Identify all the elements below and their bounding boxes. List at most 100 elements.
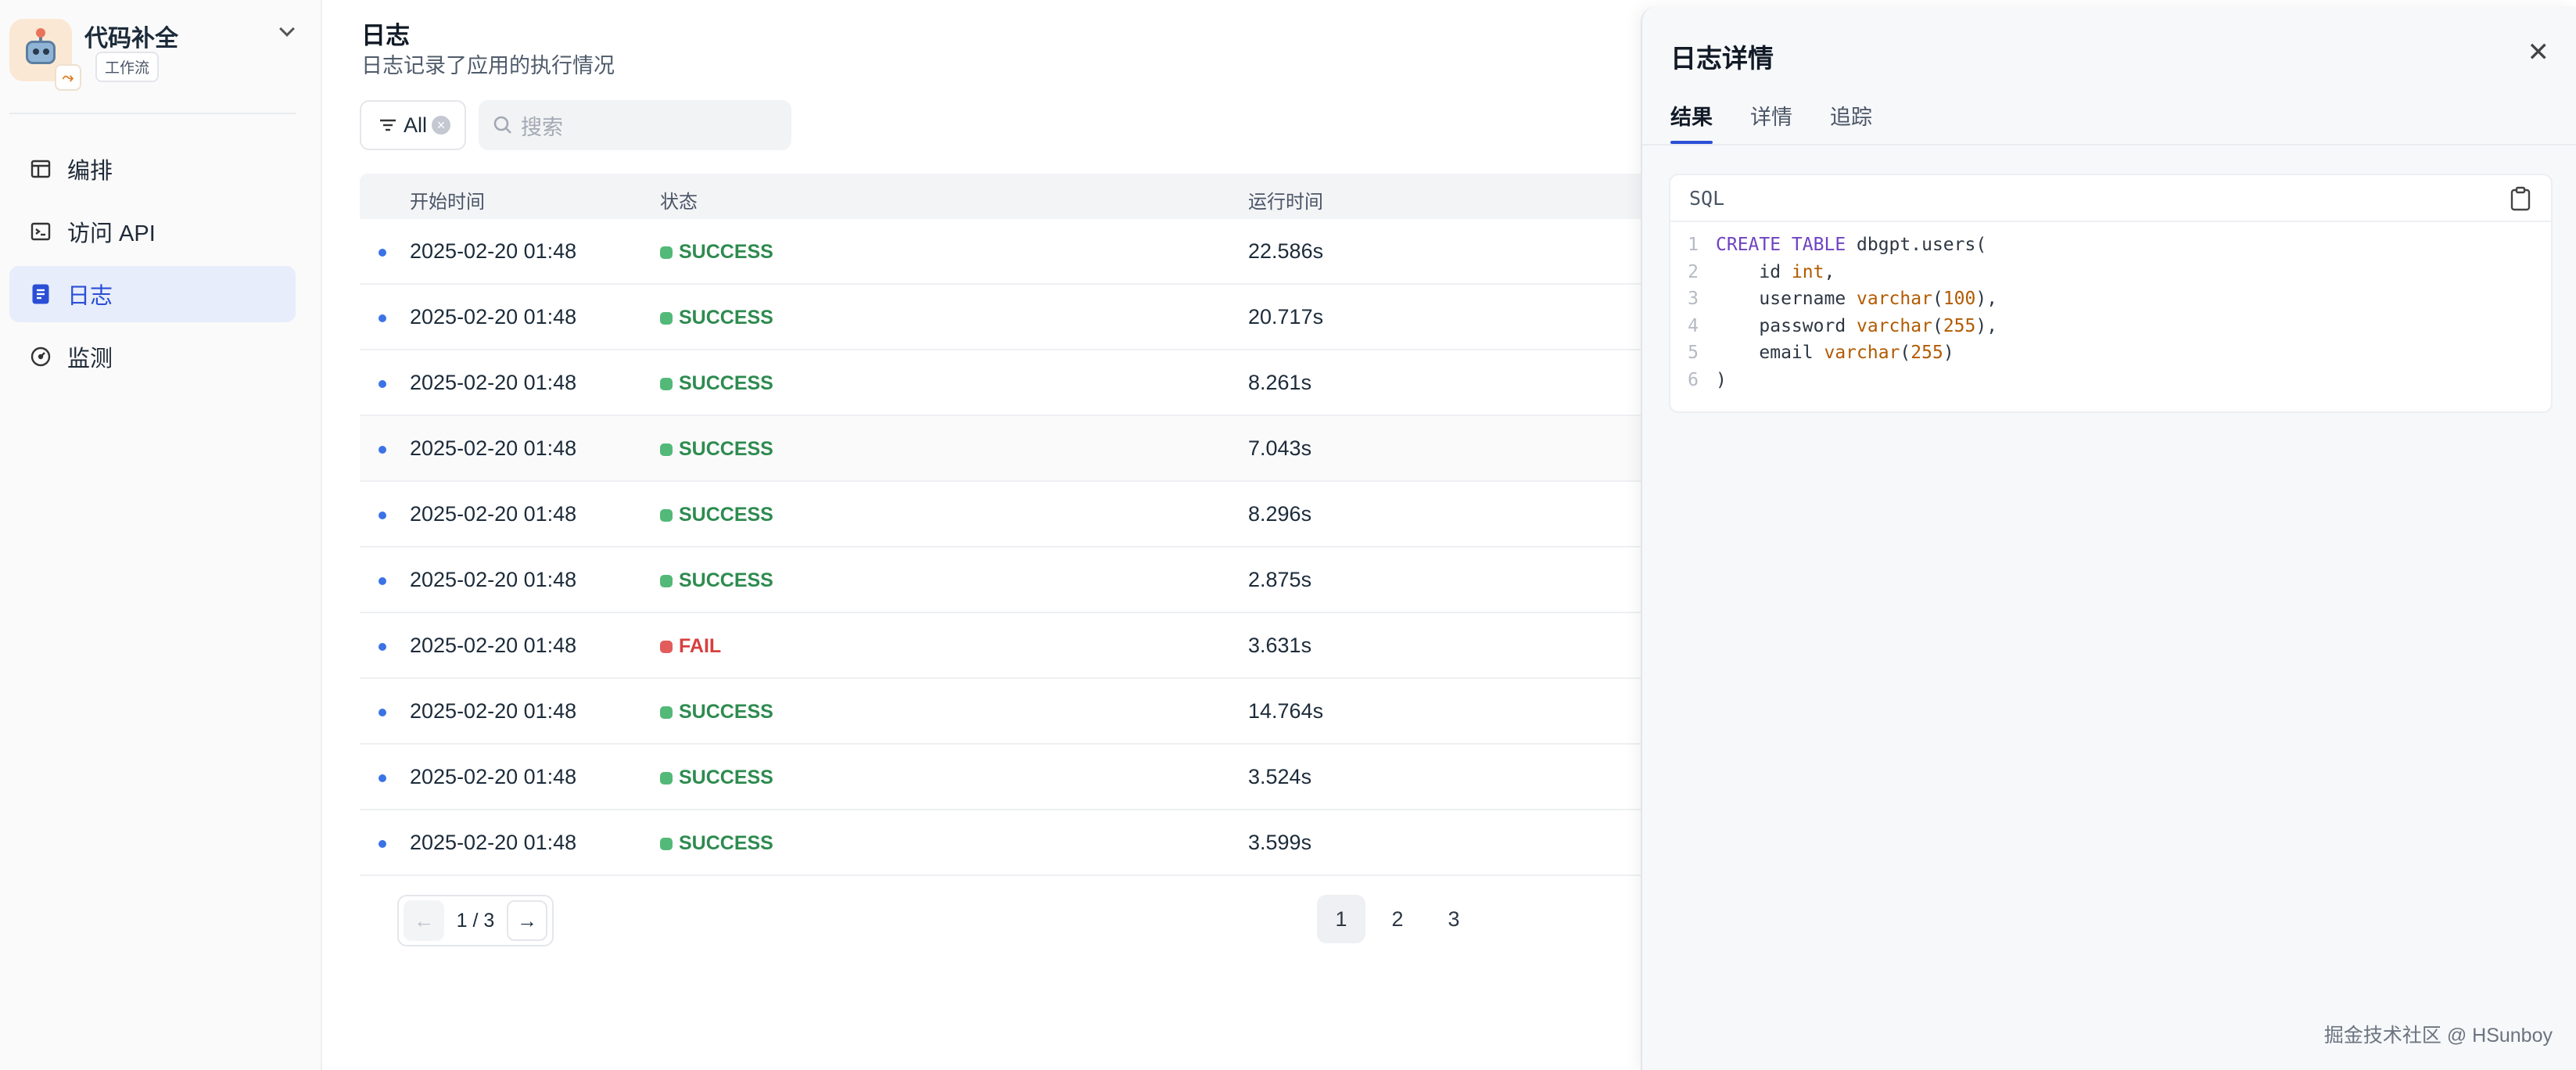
sidebar-item-monitor[interactable]: 监测 <box>9 329 296 385</box>
row-duration: 14.764s <box>1248 699 1324 723</box>
status-badge: SUCCESS <box>660 701 773 724</box>
status-dot <box>660 508 673 522</box>
search-input[interactable]: 搜索 <box>479 100 791 150</box>
pagination-pages: 1 2 3 <box>1317 895 1486 943</box>
page-info: 1 / 3 <box>456 909 495 932</box>
sidebar-item-api[interactable]: 访问 API <box>9 203 296 260</box>
filter-label: All <box>404 113 428 137</box>
status-dot <box>660 771 673 785</box>
sidebar-item-orchestrate[interactable]: 编排 <box>9 141 296 197</box>
app-type-tag: 工作流 <box>95 52 160 82</box>
sidebar-nav: 编排 访问 API 日志 监测 <box>9 141 296 391</box>
code-token: email <box>1716 343 1824 363</box>
tab-detail[interactable]: 详情 <box>1750 92 1792 144</box>
status-text: SUCCESS <box>679 307 773 329</box>
row-start-time: 2025-02-20 01:48 <box>410 502 577 526</box>
status-dot <box>660 837 673 850</box>
status-text: FAIL <box>679 635 722 657</box>
status-badge: SUCCESS <box>660 569 773 592</box>
status-dot <box>660 574 673 587</box>
row-indicator-dot <box>379 709 386 716</box>
column-header-status[interactable]: 状态 <box>660 186 698 214</box>
code-token: varchar <box>1857 315 1932 336</box>
log-icon <box>30 283 52 305</box>
status-text: SUCCESS <box>679 438 773 460</box>
row-start-time: 2025-02-20 01:48 <box>410 239 577 263</box>
status-text: SUCCESS <box>679 569 773 591</box>
row-duration: 3.524s <box>1248 765 1312 788</box>
sidebar-item-label: 日志 <box>67 284 113 309</box>
line-number: 1 <box>1688 235 1699 255</box>
watermark: 掘金技术社区 @ HSunboy <box>2323 1025 2553 1047</box>
line-number: 5 <box>1688 343 1699 363</box>
status-badge: FAIL <box>660 635 721 658</box>
code-token: varchar <box>1857 289 1932 309</box>
next-page-button[interactable]: → <box>507 900 547 941</box>
status-text: SUCCESS <box>679 832 773 854</box>
row-duration: 20.717s <box>1248 305 1324 329</box>
close-icon[interactable]: ✕ <box>2528 39 2550 66</box>
status-text: SUCCESS <box>679 372 773 394</box>
chevron-down-icon[interactable] <box>279 21 295 37</box>
row-indicator-dot <box>379 840 386 848</box>
sidebar-item-label: 监测 <box>67 346 113 372</box>
status-text: SUCCESS <box>679 701 773 723</box>
code-token: ) <box>1943 343 1954 363</box>
tab-result[interactable]: 结果 <box>1670 92 1713 144</box>
log-detail-drawer: 日志详情 ✕ 结果 详情 追踪 SQL 1 CREATE TABLE dbgpt.… <box>1641 6 2576 1070</box>
row-indicator-dot <box>379 512 386 519</box>
row-start-time: 2025-02-20 01:48 <box>410 371 577 394</box>
row-start-time: 2025-02-20 01:48 <box>410 831 577 854</box>
code-token: dbgpt.users( <box>1846 235 1987 255</box>
status-dot <box>660 640 673 653</box>
status-text: SUCCESS <box>679 241 773 263</box>
status-filter-button[interactable]: All × <box>360 100 466 150</box>
search-icon <box>493 115 513 135</box>
sidebar-item-label: 编排 <box>67 159 113 184</box>
code-token: 100 <box>1943 289 1976 309</box>
status-dot <box>660 443 673 456</box>
code-token: ), <box>1975 315 1998 336</box>
page-button-2[interactable]: 2 <box>1373 895 1422 943</box>
app-switcher[interactable]: ⤳ 代码补全 工作流 <box>9 16 307 91</box>
code-token: CREATE TABLE <box>1716 235 1846 255</box>
code-token: password <box>1716 315 1857 336</box>
status-badge: SUCCESS <box>660 241 773 264</box>
row-duration: 8.261s <box>1248 371 1312 394</box>
status-dot <box>660 377 673 390</box>
sidebar: ⤳ 代码补全 工作流 编排 访问 API 日志 监测 <box>0 0 322 1070</box>
column-header-duration[interactable]: 运行时间 <box>1248 186 1323 214</box>
workflow-badge-icon: ⤳ <box>55 64 81 91</box>
code-token: ( <box>1900 343 1911 363</box>
row-start-time: 2025-02-20 01:48 <box>410 436 577 460</box>
clear-filter-icon[interactable]: × <box>432 116 451 135</box>
row-indicator-dot <box>379 774 386 782</box>
layout-icon <box>30 158 52 180</box>
column-header-start-time[interactable]: 开始时间 <box>410 186 485 214</box>
code-token: ( <box>1932 289 1943 309</box>
code-line: 5 email varchar(255) <box>1670 339 2551 367</box>
status-dot <box>660 311 673 325</box>
row-indicator-dot <box>379 643 386 651</box>
code-token: , <box>1824 261 1835 282</box>
pagination-stepper: ← 1 / 3 → <box>397 895 554 946</box>
code-token: ( <box>1932 315 1943 336</box>
page-button-1[interactable]: 1 <box>1317 895 1365 943</box>
status-badge: SUCCESS <box>660 767 773 789</box>
terminal-icon <box>30 221 52 242</box>
line-number: 6 <box>1688 369 1699 390</box>
prev-page-button[interactable]: ← <box>404 900 444 941</box>
clipboard-icon[interactable] <box>2510 186 2531 216</box>
row-start-time: 2025-02-20 01:48 <box>410 699 577 723</box>
sidebar-item-logs[interactable]: 日志 <box>9 266 296 322</box>
row-start-time: 2025-02-20 01:48 <box>410 305 577 329</box>
code-line: 1 CREATE TABLE dbgpt.users( <box>1670 232 2551 259</box>
code-language-label: SQL <box>1689 186 1725 210</box>
code-token: username <box>1716 289 1857 309</box>
row-duration: 3.599s <box>1248 831 1312 854</box>
row-indicator-dot <box>379 314 386 322</box>
sidebar-divider <box>9 113 296 114</box>
page-button-3[interactable]: 3 <box>1430 895 1478 943</box>
tab-trace[interactable]: 追踪 <box>1830 92 1872 144</box>
page-subtitle: 日志记录了应用的执行情况 <box>361 54 615 77</box>
